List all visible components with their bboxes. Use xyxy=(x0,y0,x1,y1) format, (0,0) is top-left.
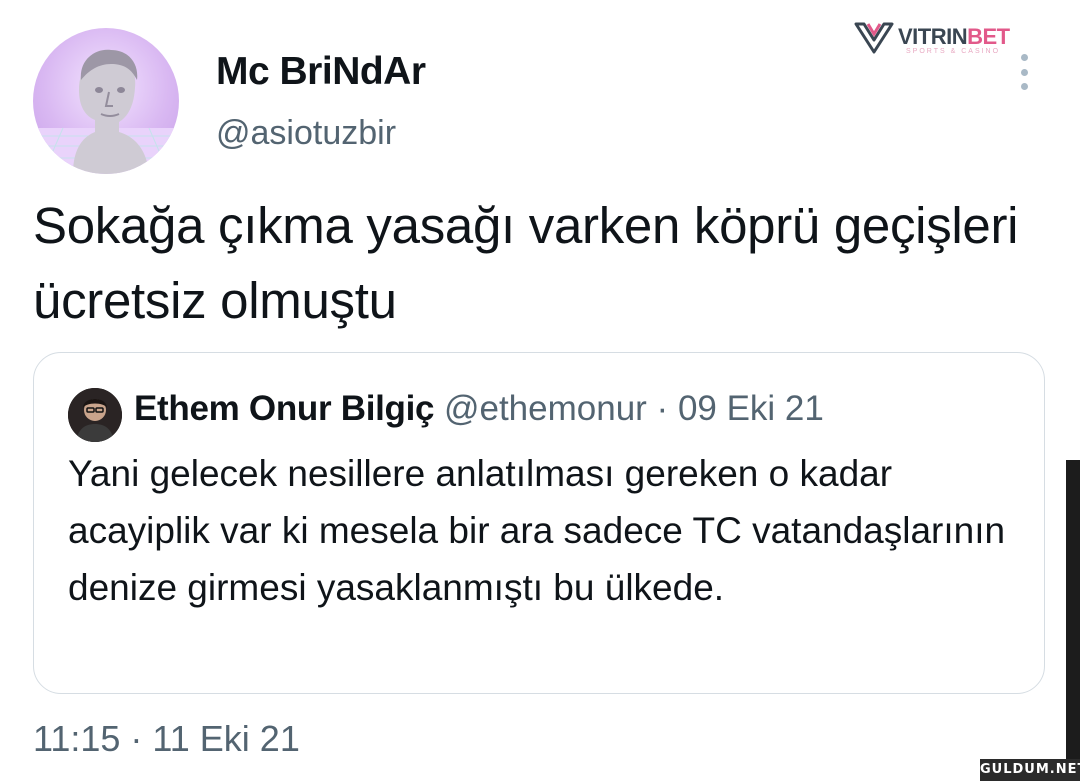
tweet-timestamp[interactable]: 11:15 · 11 Eki 21 xyxy=(33,718,300,760)
brand-watermark: VITRINBET SPORTS & CASINO xyxy=(854,20,1014,58)
tweet-text: Sokağa çıkma yasağı varken köprü geçişle… xyxy=(33,197,1019,329)
author-avatar[interactable] xyxy=(33,28,179,174)
more-dot xyxy=(1020,54,1028,61)
person-avatar-image xyxy=(68,388,122,442)
quoted-tweet-header: Ethem Onur Bilgiç @ethemonur · 09 Eki 21 xyxy=(134,389,824,429)
quoted-author-avatar[interactable] xyxy=(68,388,122,442)
brand-name-accent: BET xyxy=(967,24,1010,49)
quoted-tweet-card[interactable]: Ethem Onur Bilgiç @ethemonur · 09 Eki 21… xyxy=(33,352,1045,694)
brand-logo-icon xyxy=(854,22,894,54)
author-display-name[interactable]: Mc BriNdAr xyxy=(216,50,426,94)
more-dot xyxy=(1020,68,1028,76)
more-dot xyxy=(1020,83,1028,90)
brand-name-main: VITRIN xyxy=(898,24,968,49)
quoted-author-name[interactable]: Ethem Onur Bilgiç xyxy=(134,389,435,428)
quoted-date[interactable]: 09 Eki 21 xyxy=(678,389,824,428)
site-watermark: GULDUM.NET xyxy=(980,759,1080,781)
quoted-separator: · xyxy=(656,389,669,428)
quoted-author-handle[interactable]: @ethemonur xyxy=(444,389,647,428)
more-vertical-icon[interactable] xyxy=(1012,54,1036,90)
statue-avatar-image xyxy=(33,49,179,174)
author-handle[interactable]: @asiotuzbir xyxy=(216,114,396,153)
quoted-tweet-text: Yani gelecek nesillere anlatılması gerek… xyxy=(68,453,1006,608)
brand-subtitle: SPORTS & CASINO xyxy=(906,48,1001,55)
scrollbar[interactable] xyxy=(1066,460,1080,781)
brand-name: VITRINBET xyxy=(898,24,1010,50)
